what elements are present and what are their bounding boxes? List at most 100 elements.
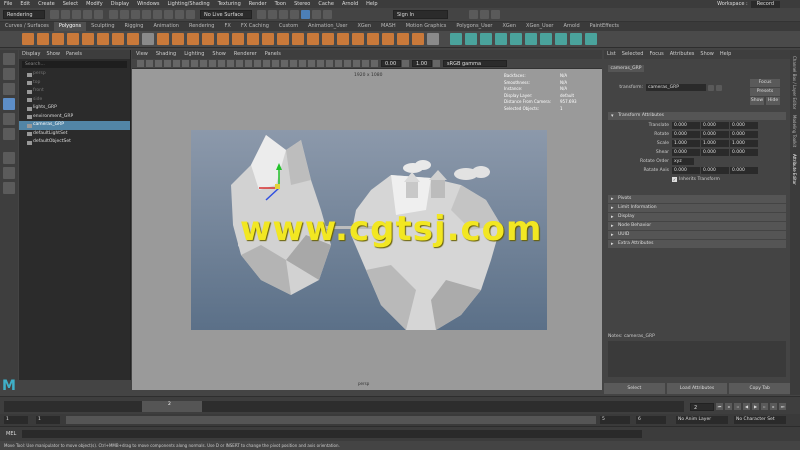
- outliner-item[interactable]: defaultObjectSet: [19, 138, 130, 147]
- shelf-tab-polygons-user[interactable]: Polygons_User: [451, 22, 497, 31]
- ae-menu-attributes[interactable]: Attributes: [667, 50, 698, 59]
- sculpt-icon[interactable]: [426, 33, 439, 45]
- four-view-layout-icon[interactable]: [3, 167, 15, 179]
- rotate-z-field[interactable]: 0.000: [730, 131, 758, 138]
- new-scene-icon[interactable]: [50, 10, 59, 19]
- uv-snapshot-icon[interactable]: [584, 33, 597, 45]
- poly-torus-icon[interactable]: [81, 33, 94, 45]
- outliner-item[interactable]: environment_GRP: [19, 113, 130, 122]
- section-display[interactable]: Display: [608, 213, 786, 221]
- open-scene-icon[interactable]: [61, 10, 70, 19]
- section-uuid[interactable]: UUID: [608, 231, 786, 239]
- focus-button[interactable]: Focus: [750, 79, 780, 87]
- select-button[interactable]: Select: [604, 383, 665, 394]
- depth-of-field-icon[interactable]: [326, 60, 333, 67]
- outliner-item[interactable]: top: [19, 79, 130, 88]
- platonic-solid-icon[interactable]: [126, 33, 139, 45]
- range-start-field[interactable]: 1: [36, 416, 60, 424]
- step-back-key-icon[interactable]: ◂: [725, 403, 732, 410]
- workspace-dropdown[interactable]: Record: [750, 0, 780, 8]
- rotate-y-field[interactable]: 0.000: [701, 131, 729, 138]
- uv-sew-icon[interactable]: [569, 33, 582, 45]
- gamma-field[interactable]: 1.00: [412, 60, 432, 67]
- menu-modify[interactable]: Modify: [82, 0, 107, 8]
- outliner-item[interactable]: front: [19, 87, 130, 96]
- live-surface-field[interactable]: No Live Surface: [200, 10, 252, 19]
- shelf-tab-animation-user[interactable]: Animation_User: [303, 22, 352, 31]
- poly-cone-icon[interactable]: [66, 33, 79, 45]
- scale-z-field[interactable]: 1.000: [730, 140, 758, 147]
- channel-box-icon[interactable]: [469, 10, 478, 19]
- shelf-tab-fx-caching[interactable]: FX Caching: [236, 22, 274, 31]
- rotate-tool-icon[interactable]: [3, 113, 15, 125]
- uv-cut-icon[interactable]: [554, 33, 567, 45]
- paint-select-tool-icon[interactable]: [3, 83, 15, 95]
- bookmark-icon[interactable]: [155, 60, 162, 67]
- bevel-icon-2[interactable]: [276, 33, 289, 45]
- select-hierarchy-icon[interactable]: [109, 10, 118, 19]
- smooth-shade-icon[interactable]: [245, 60, 252, 67]
- append-icon[interactable]: [291, 33, 304, 45]
- xray-icon[interactable]: [344, 60, 351, 67]
- exposure-field[interactable]: 0.00: [381, 60, 401, 67]
- mel-label[interactable]: MEL: [6, 431, 16, 437]
- menu-windows[interactable]: Windows: [133, 0, 163, 8]
- ae-node-tab[interactable]: cameras_GRP: [608, 65, 644, 72]
- lasso-tool-icon[interactable]: [3, 68, 15, 80]
- fill-hole-icon[interactable]: [306, 33, 319, 45]
- outliner-item[interactable]: persp: [19, 70, 130, 79]
- anim-layer-dropdown[interactable]: No Anim Layer: [676, 416, 728, 424]
- shear-y-field[interactable]: 0.000: [701, 149, 729, 156]
- ipr-render-icon[interactable]: [279, 10, 288, 19]
- render-frame-icon[interactable]: [268, 10, 277, 19]
- extrude-icon[interactable]: [231, 33, 244, 45]
- gate-mask-icon[interactable]: [200, 60, 207, 67]
- offset-loop-icon[interactable]: [396, 33, 409, 45]
- ambient-occlusion-icon[interactable]: [299, 60, 306, 67]
- snap-plane-icon[interactable]: [175, 10, 184, 19]
- cylindrical-mapping-icon[interactable]: [464, 33, 477, 45]
- poly-cube-icon[interactable]: [36, 33, 49, 45]
- image-plane-icon[interactable]: [164, 60, 171, 67]
- mirror-icon[interactable]: [216, 33, 229, 45]
- default-material-icon[interactable]: [254, 60, 261, 67]
- character-set-dropdown[interactable]: No Character Set: [734, 416, 786, 424]
- redo-icon[interactable]: [94, 10, 103, 19]
- camera-attributes-icon[interactable]: [146, 60, 153, 67]
- transform-name-field[interactable]: cameras_GRP: [646, 84, 706, 91]
- snap-curve-icon[interactable]: [153, 10, 162, 19]
- menu-create[interactable]: Create: [34, 0, 59, 8]
- planar-mapping-icon[interactable]: [449, 33, 462, 45]
- menu-render[interactable]: Render: [245, 0, 271, 8]
- shelf-tab-fx[interactable]: FX: [220, 22, 236, 31]
- menu-select[interactable]: Select: [59, 0, 82, 8]
- camera-select-icon[interactable]: [137, 60, 144, 67]
- rotate-axis-y-field[interactable]: 0.000: [701, 167, 729, 174]
- outliner-item[interactable]: side: [19, 96, 130, 105]
- viewport[interactable]: 1920 x 1080 Backfaces: N/A Smoothness: N/A I…: [132, 69, 602, 390]
- copy-tab-button[interactable]: Copy Tab: [729, 383, 791, 394]
- go-to-output-icon[interactable]: [716, 84, 722, 91]
- undo-icon[interactable]: [83, 10, 92, 19]
- outliner-item[interactable]: defaultLightSet: [19, 130, 130, 139]
- shelf-tab-xgen[interactable]: XGen: [497, 22, 521, 31]
- single-perspective-layout-icon[interactable]: [3, 152, 15, 164]
- shelf-tab-painteffects[interactable]: PaintEffects: [585, 22, 624, 31]
- ae-menu-show[interactable]: Show: [697, 50, 717, 59]
- viewport-menu-renderer[interactable]: Renderer: [230, 50, 261, 59]
- combine-icon[interactable]: [156, 33, 169, 45]
- tab-modeling-toolkit[interactable]: Modeling Toolkit: [792, 115, 797, 147]
- shelf-tab-arnold[interactable]: Arnold: [558, 22, 584, 31]
- go-to-input-icon[interactable]: [708, 84, 714, 91]
- go-to-start-icon[interactable]: ⏮: [716, 403, 723, 410]
- snap-surface-icon[interactable]: [186, 10, 195, 19]
- shelf-tab-curves-surfaces[interactable]: Curves / Surfaces: [0, 22, 54, 31]
- hide-button[interactable]: Hide: [766, 97, 780, 105]
- field-chart-icon[interactable]: [209, 60, 216, 67]
- resolution-gate-icon[interactable]: [191, 60, 198, 67]
- poly-cylinder-icon[interactable]: [51, 33, 64, 45]
- shelf-tab-mash[interactable]: MASH: [376, 22, 401, 31]
- presets-button[interactable]: Presets: [750, 88, 780, 96]
- section-extra-attributes[interactable]: Extra Attributes: [608, 240, 786, 248]
- scale-tool-icon[interactable]: [3, 128, 15, 140]
